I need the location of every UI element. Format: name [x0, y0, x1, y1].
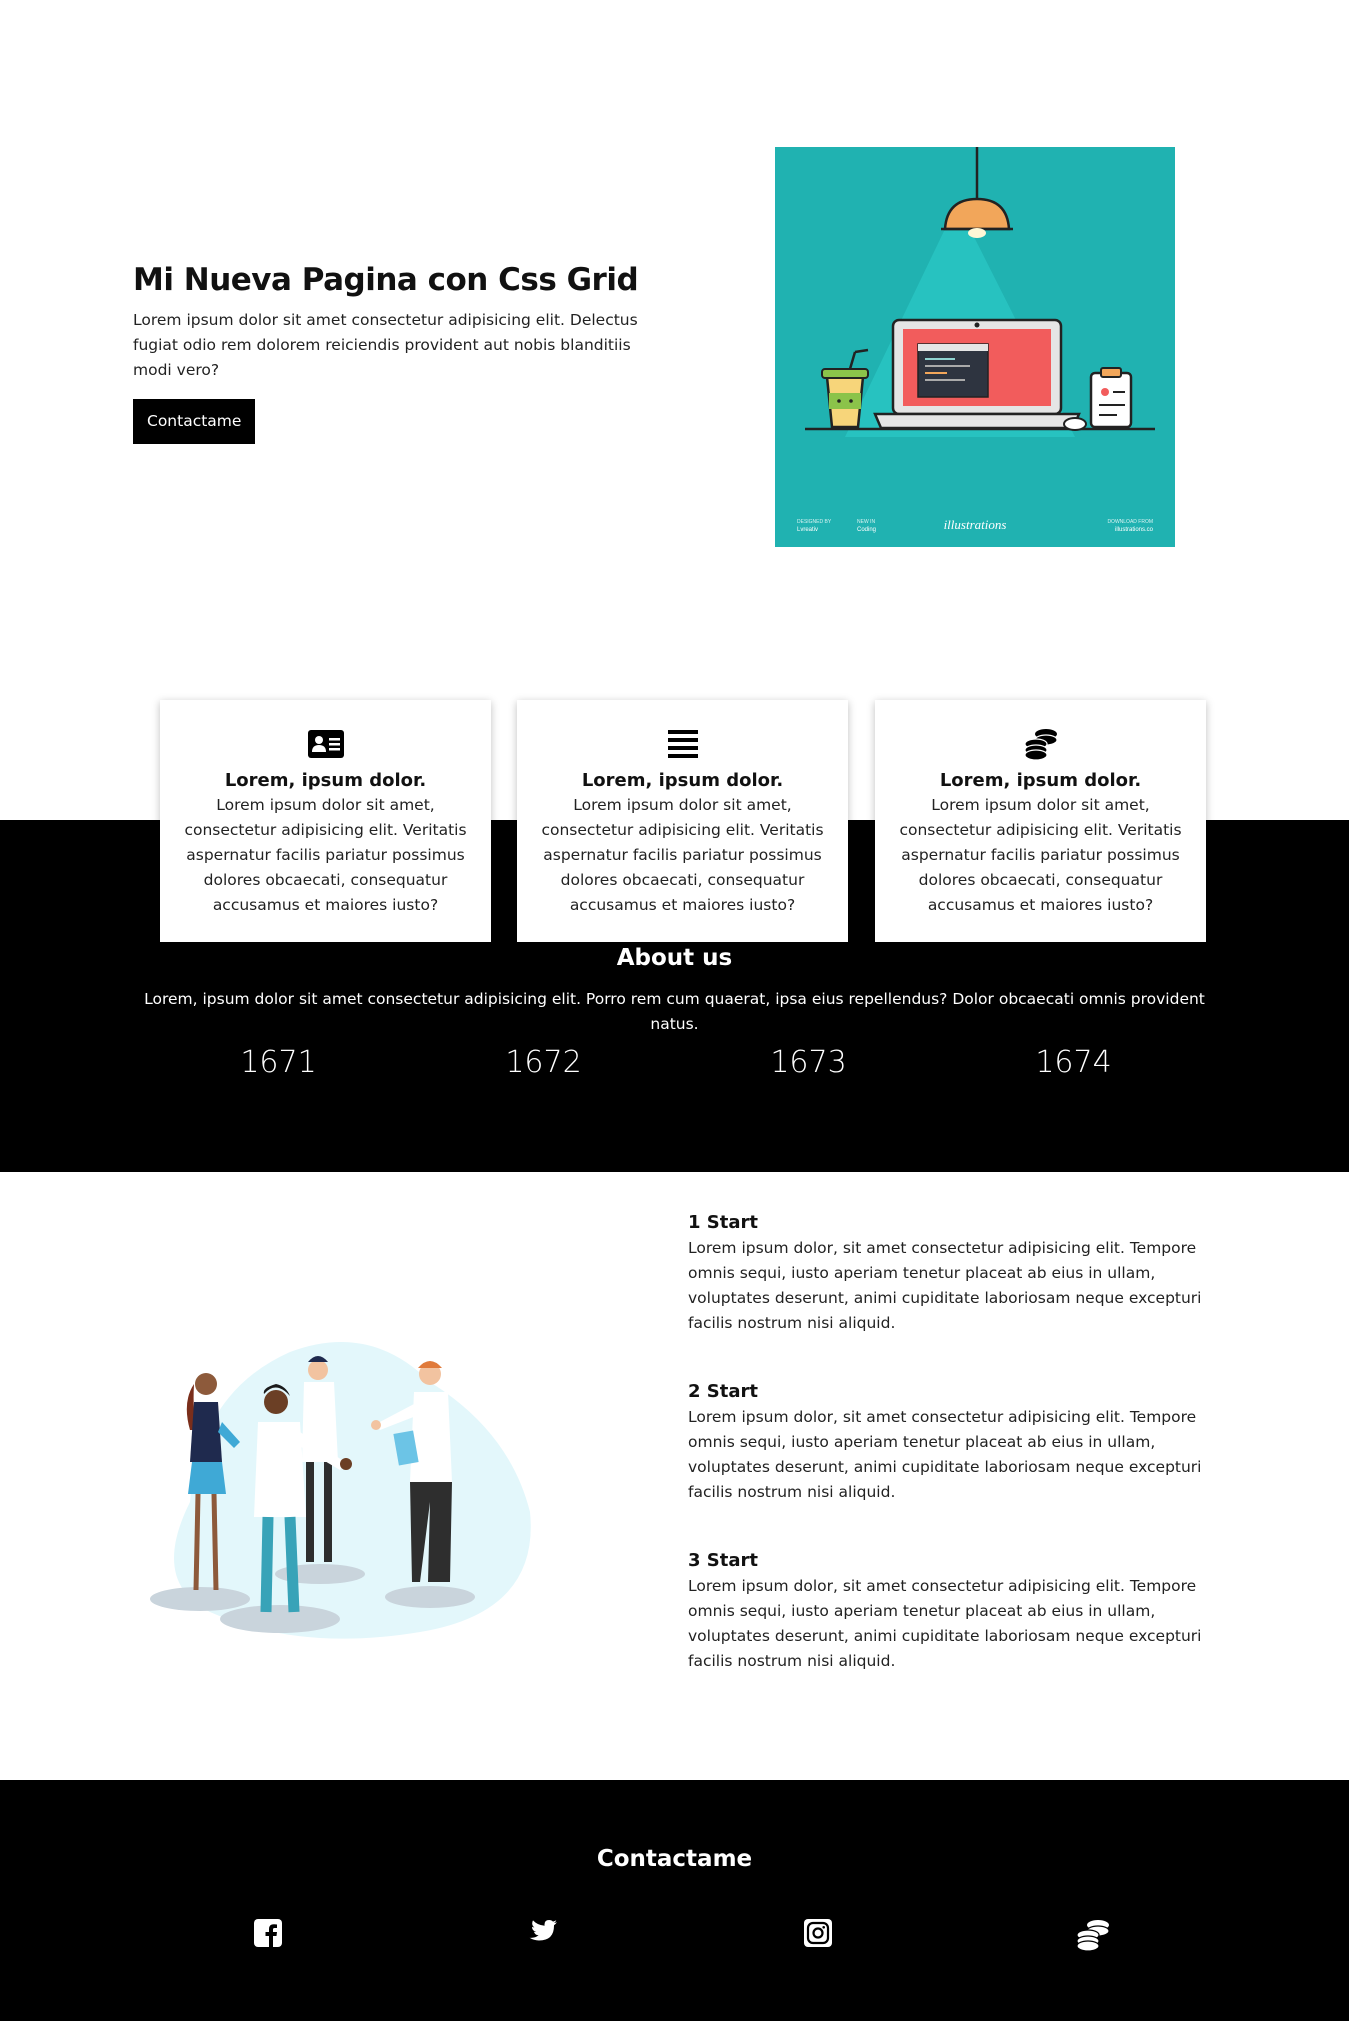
stats-row: 1671 1672 1673 1674 — [146, 1045, 1206, 1080]
step-title: 1 Start — [688, 1212, 758, 1233]
instagram-icon — [803, 1919, 832, 1947]
coins-icon — [875, 728, 1206, 760]
about-title: About us — [616, 945, 733, 971]
illustration-source-value: illustrations.co — [1115, 527, 1154, 533]
illustration-credit-label: DESIGNED BY — [797, 519, 832, 525]
stat-value: 1672 — [505, 1045, 582, 1080]
feature-card: Lorem, ipsum dolor. Lorem ipsum dolor si… — [875, 700, 1206, 942]
step-text: Lorem ipsum dolor, sit amet consectetur … — [688, 1239, 1202, 1332]
step-item: 2 Start Lorem ipsum dolor, sit amet cons… — [688, 1379, 1228, 1505]
team-meeting-illustration — [130, 1312, 540, 1652]
steps-section: 1 Start Lorem ipsum dolor, sit amet cons… — [0, 1172, 1349, 1780]
step-item: 1 Start Lorem ipsum dolor, sit amet cons… — [688, 1210, 1228, 1336]
facebook-link[interactable] — [130, 1919, 405, 1951]
twitter-icon — [529, 1920, 557, 1941]
menu-lines-icon — [517, 728, 848, 760]
stat-value: 1673 — [770, 1045, 847, 1080]
feature-card-title: Lorem, ipsum dolor. — [939, 770, 1142, 791]
illustration-category-value: Coding — [857, 527, 876, 533]
feature-card: Lorem, ipsum dolor. Lorem ipsum dolor si… — [517, 700, 848, 942]
illustration-brand-logo: illustrations — [944, 517, 1007, 532]
facebook-icon — [253, 1919, 282, 1947]
hero-title: Mi Nueva Pagina con Css Grid — [133, 262, 639, 298]
coins-icon — [1075, 1920, 1110, 1951]
instagram-link[interactable] — [680, 1919, 955, 1951]
step-title: 3 Start — [688, 1550, 758, 1571]
feature-cards: Lorem, ipsum dolor. Lorem ipsum dolor si… — [160, 700, 1206, 942]
feature-card-title: Lorem, ipsum dolor. — [581, 770, 784, 791]
hero-text-block: Mi Nueva Pagina con Css Grid Lorem ipsum… — [133, 258, 663, 444]
feature-card-text: Lorem ipsum dolor sit amet, consectetur … — [899, 796, 1182, 914]
illustration-credit-value: Lvreativ — [797, 527, 818, 533]
hero-description: Lorem ipsum dolor sit amet consectetur a… — [133, 311, 638, 379]
coins-link[interactable] — [955, 1919, 1230, 1951]
stat-value: 1671 — [240, 1045, 317, 1080]
step-text: Lorem ipsum dolor, sit amet consectetur … — [688, 1577, 1202, 1670]
feature-card-title: Lorem, ipsum dolor. — [224, 770, 427, 791]
feature-card-text: Lorem ipsum dolor sit amet, consectetur … — [541, 796, 824, 914]
twitter-link[interactable] — [405, 1919, 680, 1951]
illustration-category-label: NEW IN — [857, 519, 875, 525]
about-text: Lorem, ipsum dolor sit amet consectetur … — [144, 990, 1205, 1033]
illustration-source-label: DOWNLOAD FROM — [1107, 519, 1153, 525]
step-item: 3 Start Lorem ipsum dolor, sit amet cons… — [688, 1548, 1228, 1674]
step-text: Lorem ipsum dolor, sit amet consectetur … — [688, 1408, 1202, 1501]
laptop-desk-illustration: DESIGNED BY Lvreativ NEW IN Coding illus… — [775, 147, 1175, 547]
footer: Contactame — [0, 1780, 1349, 2021]
footer-title: Contactame — [596, 1846, 753, 1872]
stat-value: 1674 — [1035, 1045, 1112, 1080]
social-links — [130, 1919, 1230, 1951]
hero-section: Mi Nueva Pagina con Css Grid Lorem ipsum… — [0, 0, 1349, 700]
feature-card: Lorem, ipsum dolor. Lorem ipsum dolor si… — [160, 700, 491, 942]
contact-button[interactable]: Contactame — [133, 399, 256, 444]
feature-card-text: Lorem ipsum dolor sit amet, consectetur … — [184, 796, 467, 914]
about-section: Lorem, ipsum dolor. Lorem ipsum dolor si… — [0, 700, 1349, 1172]
id-card-icon — [160, 728, 491, 760]
laptop-desk-illustration-svg: DESIGNED BY Lvreativ NEW IN Coding illus… — [797, 147, 1155, 533]
step-title: 2 Start — [688, 1381, 758, 1402]
